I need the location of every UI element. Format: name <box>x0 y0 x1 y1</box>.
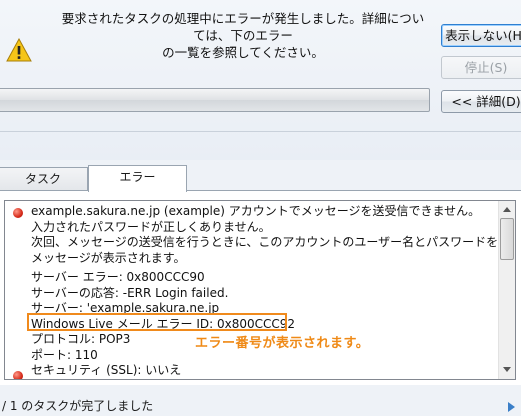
error-message-line1: 要求されたタスクの処理中にエラーが発生しました。詳細については、下のエラー <box>61 11 425 43</box>
progress-bar <box>0 88 430 112</box>
annotation-callout: エラー番号が表示されます。 <box>195 336 370 351</box>
status-bar: / 1 のタスクが完了しました <box>0 397 521 416</box>
divider <box>0 131 521 132</box>
error-details: example.sakura.ne.jp (example) アカウントでメッセ… <box>31 204 515 379</box>
vertical-scrollbar[interactable] <box>498 201 515 379</box>
stop-button[interactable]: 停止(S) <box>441 56 521 79</box>
error-line-4: メッセージが表示されます。 <box>31 250 186 265</box>
tab-bar: タスク エラー <box>0 165 521 192</box>
scroll-thumb[interactable] <box>500 218 514 260</box>
details-button[interactable]: << 詳細(D) <box>441 90 521 113</box>
security-ssl: セキュリティ (SSL): いいえ <box>31 363 182 377</box>
server-response: サーバーの応答: -ERR Login failed. <box>31 285 229 300</box>
server-error: サーバー エラー: 0x800CCC90 <box>31 270 205 284</box>
scroll-down-icon[interactable] <box>503 367 511 372</box>
tab-errors[interactable]: エラー <box>88 165 187 192</box>
error-list[interactable]: example.sakura.ne.jp (example) アカウントでメッセ… <box>4 200 516 380</box>
error-message: 要求されたタスクの処理中にエラーが発生しました。詳細については、下のエラー の一… <box>58 10 428 61</box>
error-status-icon <box>13 208 23 218</box>
error-line-2: 入力されたパスワードが正しくありません。 <box>31 219 271 234</box>
error-line-1: example.sakura.ne.jp (example) アカウントでメッセ… <box>31 204 481 218</box>
error-message-line2: の一覧を参照してください。 <box>162 45 324 60</box>
error-id-highlight <box>27 313 287 331</box>
next-error-status-icon <box>13 371 23 379</box>
error-line-3: 次回、メッセージの送受信を行うときに、このアカウントのユーザー名とパスワードを入… <box>31 235 515 249</box>
resize-grip-icon[interactable] <box>507 401 517 413</box>
warning-icon <box>6 38 32 62</box>
tab-tasks[interactable]: タスク <box>0 167 88 191</box>
scroll-up-icon[interactable] <box>503 207 511 212</box>
hide-button[interactable]: 表示しない(H) <box>441 24 521 47</box>
